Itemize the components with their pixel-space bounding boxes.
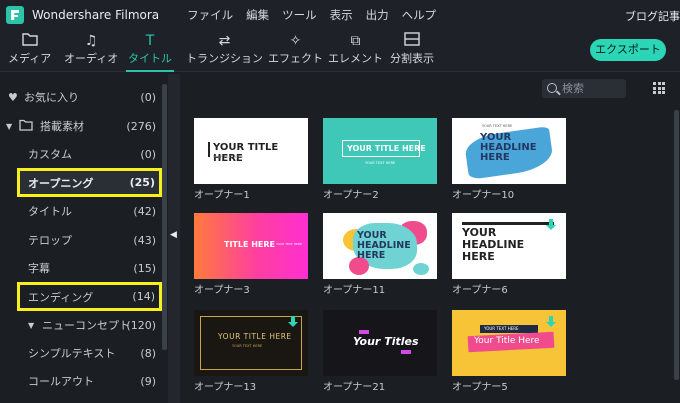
tab-title[interactable]: T タイトル <box>126 32 174 72</box>
menu-help[interactable]: ヘルプ <box>402 7 437 23</box>
thumb-opener-21[interactable]: Your Titles <box>323 310 437 376</box>
app-title: Wondershare Filmora <box>32 8 160 22</box>
thumb-caption: オープナー10 <box>452 190 515 201</box>
thumb-caption: オープナー1 <box>194 190 250 201</box>
sidebar-item-telop[interactable]: テロップ (43) <box>0 227 162 253</box>
thumb-opener-13[interactable]: YOUR TITLE HERE YOUR TEXT HERE <box>194 310 308 376</box>
thumb-caption: オープナー3 <box>194 285 250 296</box>
toolbar: メディア ♫ オーディオ T タイトル ⇄ トランジション ✧ エフェクト ⧉ … <box>0 30 680 72</box>
thumb-caption: オープナー5 <box>452 382 508 393</box>
main-scrollbar[interactable] <box>674 110 679 380</box>
grid-view-icon[interactable] <box>653 82 665 94</box>
thumb-opener-11[interactable]: YOUR HEADLINE HERE <box>323 213 437 279</box>
tab-media[interactable]: メディア <box>8 32 51 66</box>
sidebar-item-builtin[interactable]: ▼ 搭載素材 (276) <box>0 113 162 139</box>
transition-icon: ⇄ <box>218 33 231 49</box>
folder-icon <box>8 32 51 50</box>
tab-split-screen[interactable]: 分割表示 <box>390 32 434 66</box>
sidebar-item-favorites[interactable]: ♥ お気に入り (0) <box>0 84 162 110</box>
menu-view[interactable]: 表示 <box>330 7 353 23</box>
thumb-opener-6[interactable]: YOUR HEADLINE HERE <box>452 213 566 279</box>
export-button[interactable]: エクスポート <box>590 39 666 61</box>
thumb-caption: オープナー21 <box>323 382 386 393</box>
music-note-icon: ♫ <box>84 33 98 49</box>
sidebar-item-simple-text[interactable]: シンプルテキスト (8) <box>0 340 162 366</box>
sidebar-item-opening[interactable]: オープニング (25) <box>17 168 162 197</box>
thumb-opener-2[interactable]: YOUR TITLE HERE YOUR TEXT HERE <box>323 118 437 184</box>
download-icon[interactable] <box>546 316 556 328</box>
sidebar: ♥ お気に入り (0) ▼ 搭載素材 (276) カスタム (0) オープニング… <box>0 74 168 403</box>
tab-transition[interactable]: ⇄ トランジション <box>186 32 263 66</box>
heart-icon: ♥ <box>8 90 18 104</box>
download-icon[interactable] <box>288 316 298 328</box>
menu-file[interactable]: ファイル <box>187 7 233 23</box>
split-screen-icon <box>390 32 434 50</box>
sidebar-item-custom[interactable]: カスタム (0) <box>0 141 162 167</box>
menu-export[interactable]: 出力 <box>366 7 389 23</box>
menu-tools[interactable]: ツール <box>282 7 317 23</box>
sidebar-item-ending[interactable]: エンディング (14) <box>17 282 162 311</box>
chevron-down-icon: ▼ <box>6 121 13 131</box>
thumb-opener-5[interactable]: YOUR TEXT HERE Your Title Here <box>452 310 566 376</box>
tab-effect[interactable]: ✧ エフェクト <box>268 32 323 66</box>
menu-bar: ファイル 編集 ツール 表示 出力 ヘルプ <box>187 7 449 23</box>
thumb-opener-10[interactable]: YOUR TEXT HERE YOUR HEADLINE HERE <box>452 118 566 184</box>
folder-icon <box>19 119 33 134</box>
element-icon: ⧉ <box>350 33 361 49</box>
filmora-logo-icon <box>6 6 24 24</box>
menu-edit[interactable]: 編集 <box>246 7 269 23</box>
collapse-arrow-icon[interactable]: ◀ <box>170 230 177 240</box>
sidebar-scrollbar[interactable] <box>162 84 167 350</box>
thumb-caption: オープナー13 <box>194 382 257 393</box>
text-t-icon: T <box>145 33 155 49</box>
search-icon <box>547 83 557 93</box>
tab-audio[interactable]: ♫ オーディオ <box>64 32 118 66</box>
thumb-opener-3[interactable]: TITLE HERE YOUR TEXT HERE <box>194 213 308 279</box>
sidebar-item-title[interactable]: タイトル (42) <box>0 198 162 224</box>
tab-element[interactable]: ⧉ エレメント <box>328 32 383 66</box>
thumb-opener-1[interactable]: YOUR TITLE HERE YOUR TEXT HERE <box>194 118 308 184</box>
download-icon[interactable] <box>546 219 556 231</box>
sidebar-item-subtitles[interactable]: 字幕 (15) <box>0 255 162 281</box>
thumb-caption: オープナー2 <box>323 190 379 201</box>
sidebar-item-callout[interactable]: コールアウト (9) <box>0 368 162 394</box>
thumb-caption: オープナー6 <box>452 285 508 296</box>
sidebar-item-new-concept[interactable]: ▼ ニューコンセプト (120) <box>0 312 162 338</box>
thumb-caption: オープナー11 <box>323 285 386 296</box>
effect-sparkle-icon: ✧ <box>289 33 302 49</box>
window-title-right: ブログ記事 <box>625 10 680 23</box>
chevron-down-icon: ▼ <box>28 320 35 330</box>
title-bar: Wondershare Filmora ファイル 編集 ツール 表示 出力 ヘル… <box>0 0 680 30</box>
